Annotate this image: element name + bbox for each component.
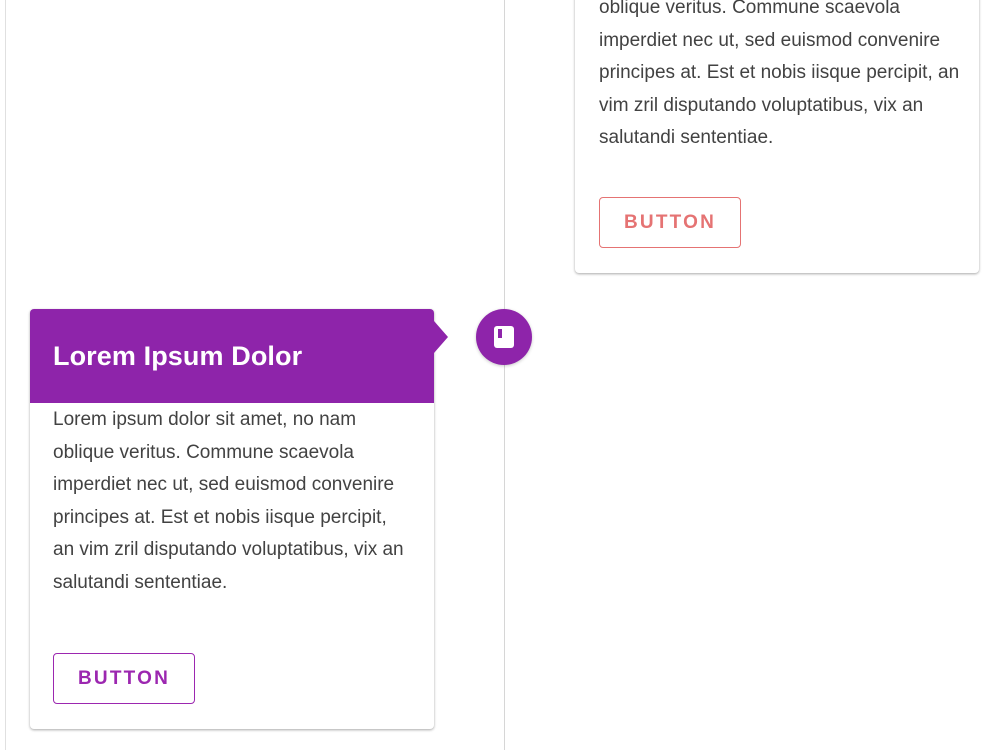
book-icon [491,324,517,350]
card-body: Lorem ipsum dolor sit amet, no nam obliq… [53,409,404,593]
card-bottom-button[interactable]: BUTTON [53,653,195,704]
left-edge-divider [5,0,6,750]
timeline-card-top: oblique veritus. Commune scaevola imperd… [575,0,979,273]
card-top-body: oblique veritus. Commune scaevola imperd… [599,0,961,155]
card-header: Lorem Ipsum Dolor [30,309,448,403]
card-top-button[interactable]: BUTTON [599,197,741,248]
timeline-line [504,0,505,750]
timeline-card-bottom: Lorem Ipsum Dolor Lorem ipsum dolor sit … [30,309,448,729]
card-top-body-text: imperdiet nec ut, sed euismod convenire … [599,29,960,149]
timeline-dot [476,309,532,365]
card-title: Lorem Ipsum Dolor [53,340,303,371]
card-top-body-cut-line: oblique veritus. Commune scaevola [599,0,900,18]
timeline-page: oblique veritus. Commune scaevola imperd… [0,0,1000,750]
